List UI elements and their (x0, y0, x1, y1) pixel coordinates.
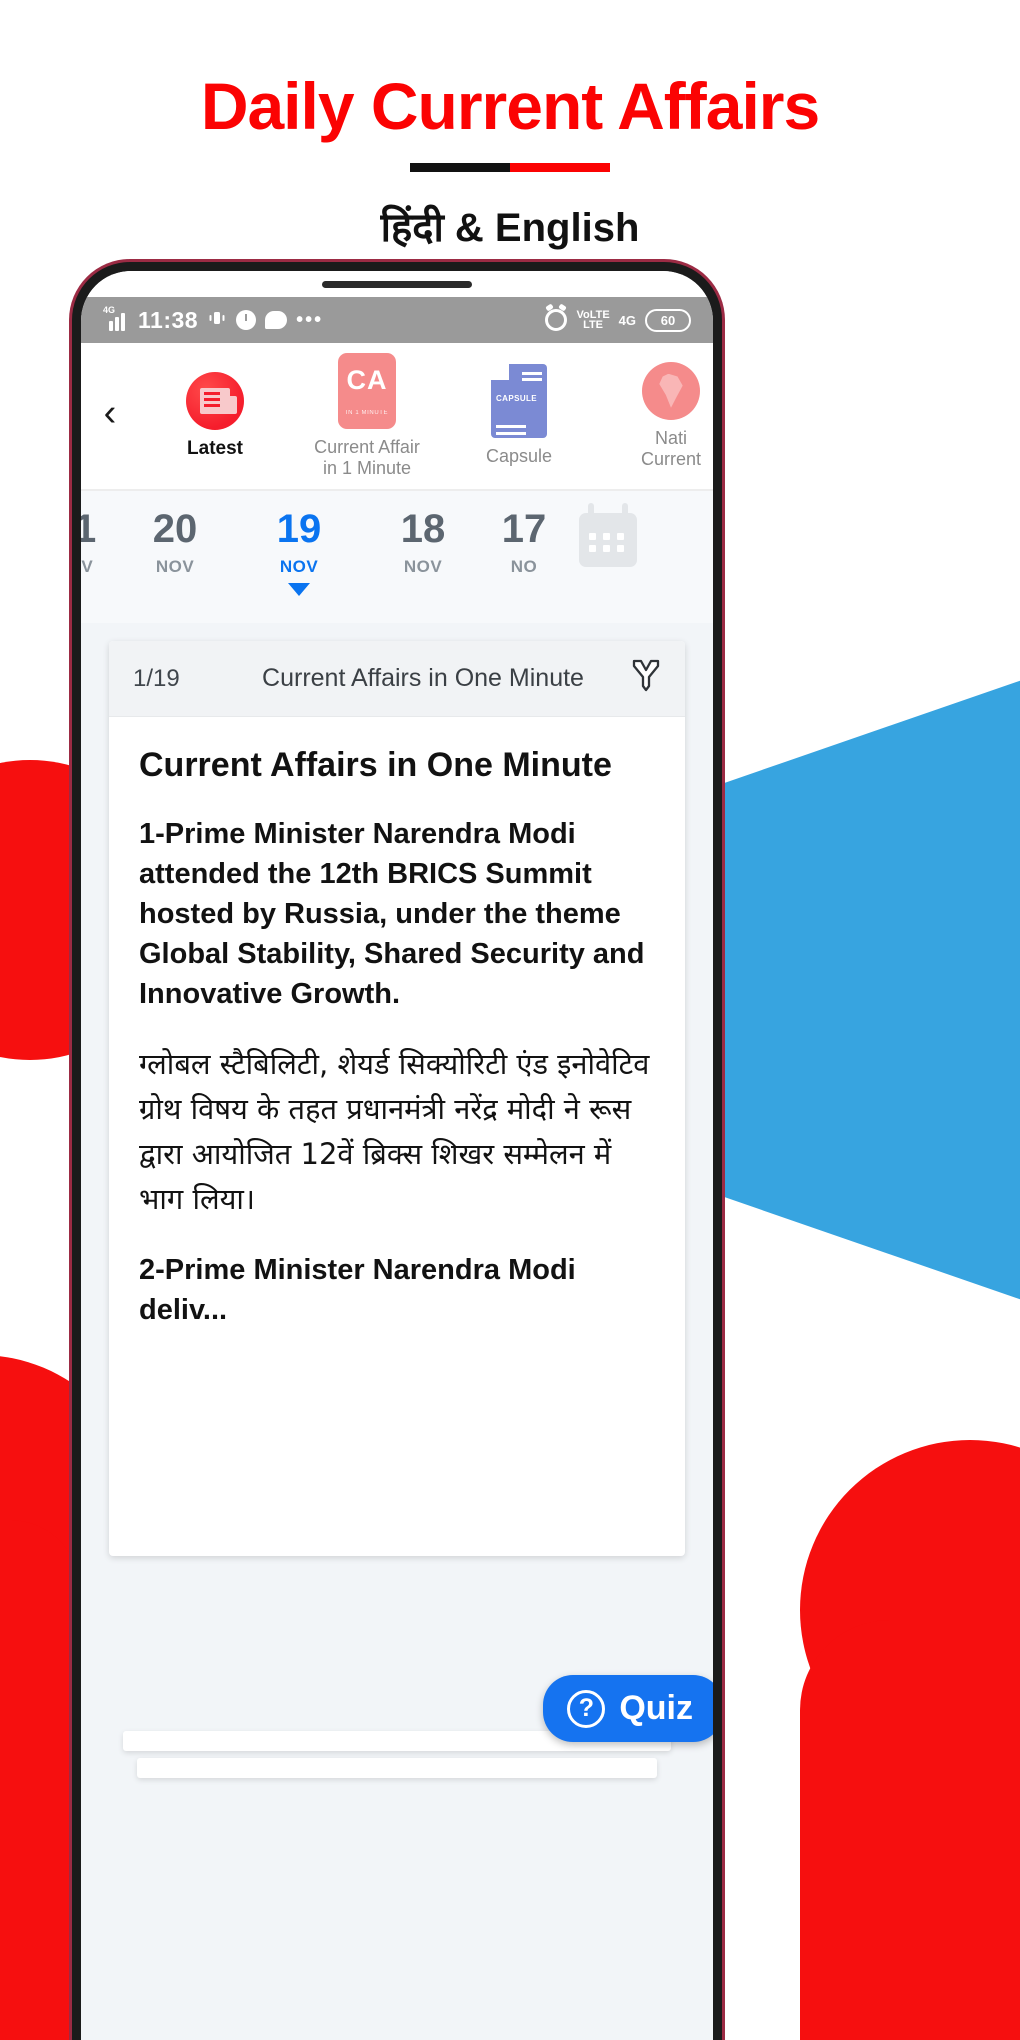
phone-mockup: 4G 11:38 ••• VoLTE LTE 4G 60 ‹ Latest CA… (72, 262, 722, 2040)
article-paragraph-en-2: 2-Prime Minister Narendra Modi deliv... (139, 1253, 576, 1326)
signal-network-label: 4G (103, 305, 116, 315)
tab-latest[interactable]: Latest (139, 371, 291, 460)
date-day: 18 (400, 507, 446, 551)
tab-national-label-line2: Current (640, 449, 702, 469)
question-mark-icon: ? (567, 1689, 606, 1728)
page-subtitle: हिंदी & English (380, 206, 640, 251)
poster-header: Daily Current Affairs हिंदी & English (0, 0, 1020, 253)
phone-screen: 4G 11:38 ••• VoLTE LTE 4G 60 ‹ Latest CA… (81, 271, 713, 2040)
capsule-doc-icon: CAPSULE (491, 364, 547, 439)
volte-icon: VoLTE LTE (576, 310, 609, 331)
selected-date-caret-icon (288, 583, 310, 596)
date-day: 17 (501, 507, 547, 551)
battery-icon: 60 (645, 308, 691, 332)
capsule-icon-text: CAPSULE (496, 394, 538, 404)
article-content-area: 1/19 Current Affairs in One Minute Curre… (81, 623, 713, 2040)
quiz-button-label: Quiz (619, 1689, 693, 1727)
title-divider (410, 163, 610, 173)
article-card-body: Current Affairs in One Minute 1-Prime Mi… (109, 717, 685, 1556)
tab-current-affair-label: Current Affair in 1 Minute (314, 437, 420, 479)
date-selector-strip[interactable]: 21 NOV 20 NOV 19 NOV 18 NOV 17 (81, 491, 713, 623)
alarm-icon (545, 309, 568, 331)
compass-icon (236, 310, 257, 330)
article-card-header-title: Current Affairs in One Minute (262, 664, 584, 692)
date-item[interactable]: 18 NOV (361, 509, 485, 577)
newspaper-icon (186, 371, 244, 430)
date-month: NOV (403, 557, 443, 576)
date-item[interactable]: 21 NOV (81, 509, 113, 577)
tab-current-affair-1-minute[interactable]: CA IN 1 MINUTE Current Affair in 1 Minut… (291, 352, 443, 479)
date-item[interactable]: 20 NOV (113, 509, 237, 577)
article-card[interactable]: 1/19 Current Affairs in One Minute Curre… (109, 641, 685, 1556)
date-item-selected[interactable]: 19 NOV (237, 509, 361, 596)
calendar-picker-button[interactable] (563, 503, 653, 567)
article-paragraph-hi-1: ग्लोबल स्टैबिलिटी, शेयर्ड सिक्योरिटी एंड… (139, 1046, 650, 1216)
article-index: 1/19 (133, 664, 180, 692)
red-shape-left-fill (0, 1520, 80, 2040)
poster-canvas: Daily Current Affairs हिंदी & English 4G… (0, 0, 1020, 2040)
vibrate-icon (207, 309, 227, 331)
tab-latest-label: Latest (187, 437, 243, 459)
red-shape-right-fill (800, 1620, 1020, 2040)
status-bar-left: 4G 11:38 ••• (103, 305, 324, 334)
tab-national-current[interactable]: Nati Current (595, 361, 713, 470)
tab-national-current-label: Nati Current (641, 428, 701, 470)
status-bar: 4G 11:38 ••• VoLTE LTE 4G 60 (81, 297, 713, 343)
date-month: NOV (81, 557, 94, 576)
tab-capsule-label: Capsule (485, 446, 553, 467)
card-stack-shadow-back (137, 1758, 657, 1778)
status-bar-right: VoLTE LTE 4G 60 (545, 308, 691, 332)
capsule-icon-lines-bottom (496, 425, 526, 429)
volte-bottom-label: LTE (583, 319, 604, 331)
battery-level-label: 60 (660, 312, 676, 328)
quiz-button[interactable]: ? Quiz (543, 1675, 713, 1742)
date-item[interactable]: 17 NO (485, 509, 563, 577)
calendar-icon (579, 503, 637, 567)
tab-current-affair-label-line2: in 1 Minute (322, 458, 412, 478)
divider-black-half (410, 163, 510, 173)
tab-national-label-line1: Nati (654, 427, 687, 448)
date-month: NOV (279, 557, 319, 576)
date-day: 21 (81, 507, 97, 551)
tab-capsule[interactable]: CAPSULE Capsule (443, 364, 595, 467)
phone-earpiece (322, 281, 472, 288)
date-day: 20 (152, 507, 198, 551)
signal-strength-icon: 4G (103, 305, 129, 331)
status-time: 11:38 (138, 306, 199, 333)
bookmark-ribbon-icon[interactable] (627, 659, 661, 699)
capsule-icon-lines-top (522, 372, 542, 376)
back-button[interactable]: ‹ (81, 394, 139, 438)
article-title: Current Affairs in One Minute (139, 746, 612, 784)
article-paragraph-en-1: 1-Prime Minister Narendra Modi attended … (139, 817, 645, 1010)
ca-icon-subtext: IN 1 MINUTE (345, 410, 389, 417)
article-card-header: 1/19 Current Affairs in One Minute (109, 641, 685, 717)
india-map-icon (642, 361, 700, 420)
ca-icon-text: CA (346, 365, 388, 396)
date-day: 19 (276, 507, 322, 551)
ca-card-icon: CA IN 1 MINUTE (338, 352, 396, 429)
page-title: Daily Current Affairs (200, 69, 820, 143)
category-tab-bar[interactable]: ‹ Latest CA IN 1 MINUTE Current Affair i… (81, 343, 713, 491)
message-icon (265, 311, 288, 329)
divider-red-half (510, 163, 610, 173)
tab-current-affair-label-line1: Current Affair (314, 436, 420, 457)
network-type-label: 4G (618, 312, 636, 328)
ellipsis-icon: ••• (296, 308, 324, 331)
phone-notch-bar (81, 271, 713, 297)
date-month: NOV (155, 557, 195, 576)
date-month: NO (510, 557, 538, 576)
